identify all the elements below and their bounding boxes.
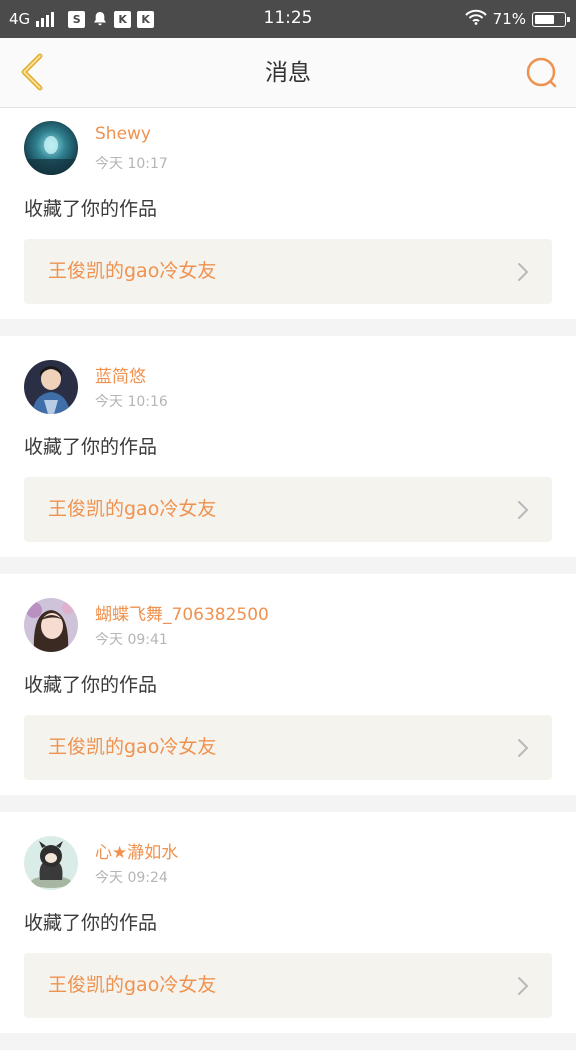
message-time: 今天 09:41 xyxy=(95,632,168,648)
battery-icon xyxy=(532,11,570,27)
status-bar: 4G S K K 11:25 71% xyxy=(0,0,576,38)
search-icon xyxy=(526,57,557,88)
message-card: 心★瀞如水 今天 09:24 收藏了你的作品 王俊凯的gao冷女友 xyxy=(0,812,576,1033)
avatar[interactable] xyxy=(24,121,78,175)
chevron-right-icon xyxy=(518,977,528,995)
nav-bar: 消息 xyxy=(0,38,576,108)
message-card: 蝴蝶飞舞_706382500 今天 09:41 收藏了你的作品 王俊凯的gao冷… xyxy=(0,574,576,795)
avatar[interactable] xyxy=(24,360,78,414)
message-card: 蓝简悠 今天 10:16 收藏了你的作品 王俊凯的gao冷女友 xyxy=(0,336,576,557)
user-name[interactable]: Shewy xyxy=(95,124,151,144)
message-card: Shewy 今天 10:17 收藏了你的作品 王俊凯的gao冷女友 xyxy=(0,108,576,319)
search-button[interactable] xyxy=(522,53,562,93)
chevron-right-icon xyxy=(518,501,528,519)
chevron-right-icon xyxy=(518,263,528,281)
message-list: Shewy 今天 10:17 收藏了你的作品 王俊凯的gao冷女友 蓝简悠 今天… xyxy=(0,108,576,1050)
action-text: 收藏了你的作品 xyxy=(24,436,158,458)
battery-level xyxy=(535,14,555,24)
chevron-right-icon xyxy=(518,739,528,757)
user-name[interactable]: 心★瀞如水 xyxy=(95,838,178,863)
work-link[interactable]: 王俊凯的gao冷女友 xyxy=(24,953,552,1018)
user-name[interactable]: 蓝简悠 xyxy=(95,362,146,387)
action-text: 收藏了你的作品 xyxy=(24,912,158,934)
action-text: 收藏了你的作品 xyxy=(24,674,158,696)
work-link[interactable]: 王俊凯的gao冷女友 xyxy=(24,239,552,304)
work-title: 王俊凯的gao冷女友 xyxy=(48,260,217,282)
avatar[interactable] xyxy=(24,598,78,652)
work-title: 王俊凯的gao冷女友 xyxy=(48,736,217,758)
work-title: 王俊凯的gao冷女友 xyxy=(48,974,217,996)
wifi-icon xyxy=(464,9,487,29)
action-text: 收藏了你的作品 xyxy=(24,198,158,220)
work-link[interactable]: 王俊凯的gao冷女友 xyxy=(24,477,552,542)
work-title: 王俊凯的gao冷女友 xyxy=(48,498,217,520)
message-time: 今天 09:24 xyxy=(95,870,168,886)
page-title: 消息 xyxy=(265,60,311,86)
battery-percent: 71% xyxy=(492,10,526,28)
message-time: 今天 10:17 xyxy=(95,156,168,172)
avatar[interactable] xyxy=(24,836,78,890)
message-time: 今天 10:16 xyxy=(95,394,168,410)
work-link[interactable]: 王俊凯的gao冷女友 xyxy=(24,715,552,780)
user-name[interactable]: 蝴蝶飞舞_706382500 xyxy=(95,600,269,625)
status-bar-right: 71% xyxy=(464,0,570,38)
